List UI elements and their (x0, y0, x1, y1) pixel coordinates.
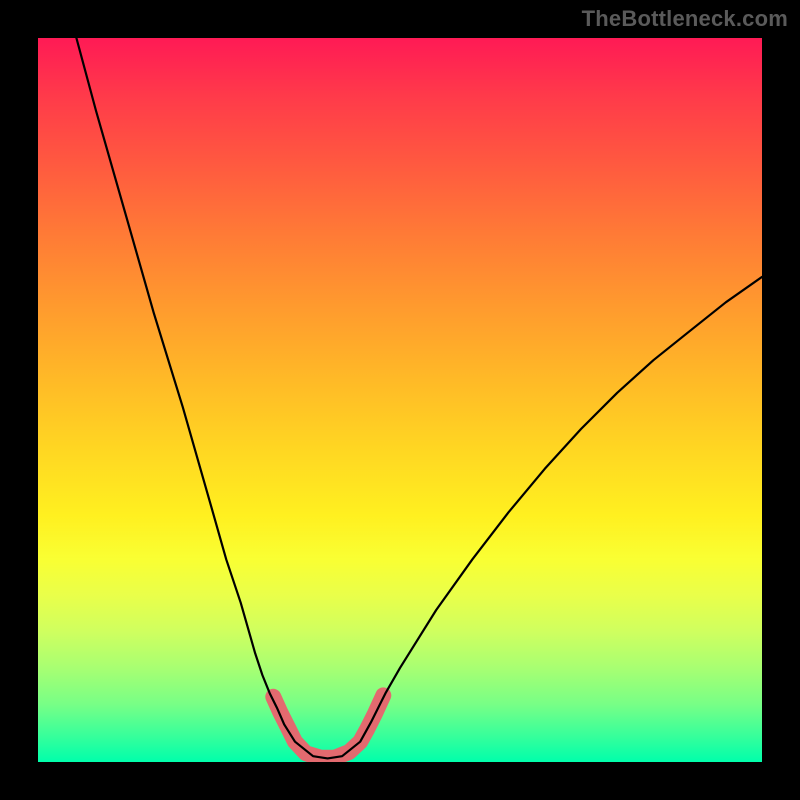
frame: TheBottleneck.com (0, 0, 800, 800)
chart-svg (38, 38, 762, 762)
gradient-plot-area (38, 38, 762, 762)
black-v-curve (76, 38, 762, 758)
pink-highlight-curve (273, 695, 383, 757)
watermark-label: TheBottleneck.com (582, 6, 788, 32)
